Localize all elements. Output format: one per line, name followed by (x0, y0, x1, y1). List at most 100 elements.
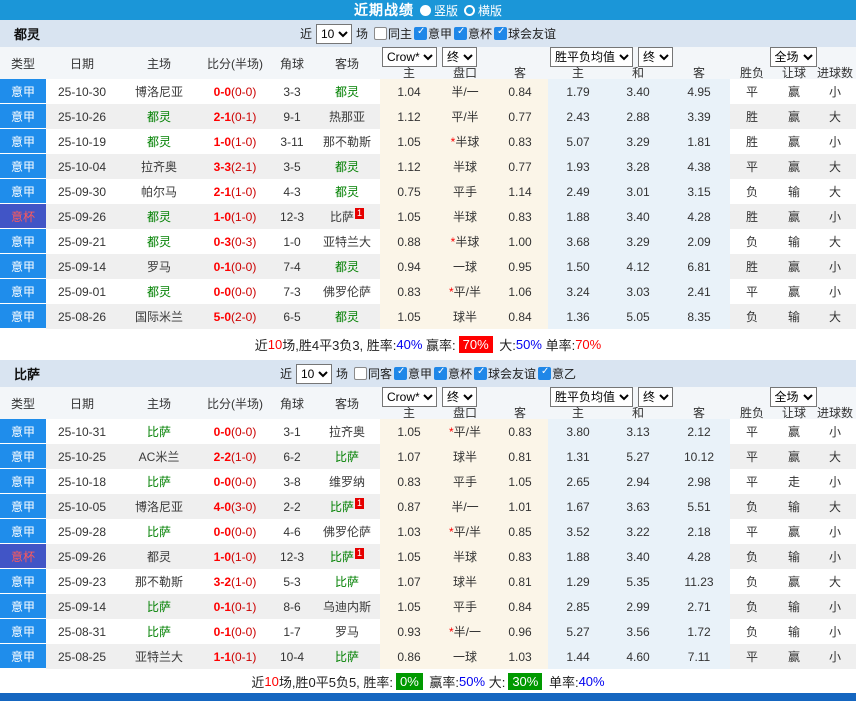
team-link[interactable]: 都灵 (147, 233, 171, 250)
cell-goals-result: 小 (814, 544, 856, 569)
team-link[interactable]: 比萨 (330, 208, 354, 225)
cell-corner: 10-4 (270, 644, 314, 669)
cell-corner: 3-8 (270, 469, 314, 494)
col-odds-away: 客 (492, 67, 548, 79)
filter-checkbox[interactable]: 球会友谊 (494, 25, 556, 42)
team-link[interactable]: 博洛尼亚 (135, 498, 183, 515)
col-score: 比分(半场) (200, 47, 270, 79)
checkbox-checked-icon[interactable] (394, 367, 407, 380)
layout-radio-horizontal[interactable]: 横版 (464, 2, 502, 19)
bookmaker-select[interactable]: Crow* (382, 47, 437, 67)
checkbox-checked-icon[interactable] (414, 27, 427, 40)
cell-goals-result: 大 (814, 569, 856, 594)
team-link[interactable]: 比萨 (335, 648, 359, 665)
team-link[interactable]: 都灵 (335, 83, 359, 100)
radio-unselected-icon[interactable] (464, 5, 475, 16)
team-link[interactable]: 都灵 (147, 133, 171, 150)
team-link[interactable]: 博洛尼亚 (135, 83, 183, 100)
team-link[interactable]: 乌迪内斯 (323, 598, 371, 615)
filter-checkbox[interactable]: 意杯 (454, 25, 492, 42)
cell-odds-away: 0.77 (492, 154, 548, 179)
radio-selected-icon[interactable] (420, 5, 431, 16)
odds-final-select[interactable]: 终 (442, 387, 477, 407)
avg-final-select[interactable]: 终 (638, 47, 673, 67)
team-link[interactable]: 维罗纳 (329, 473, 365, 490)
odds-final-select[interactable]: 终 (442, 47, 477, 67)
team-link[interactable]: 罗马 (335, 623, 359, 640)
team-link[interactable]: 比萨 (335, 573, 359, 590)
team-link[interactable]: 都灵 (335, 308, 359, 325)
cell-goals-result: 大 (814, 444, 856, 469)
filter-checkbox[interactable]: 意杯 (434, 365, 472, 382)
team-link[interactable]: 佛罗伦萨 (323, 523, 371, 540)
bookmaker-select[interactable]: Crow* (382, 387, 437, 407)
team-link[interactable]: 拉齐奥 (329, 423, 365, 440)
filter-checkbox[interactable]: 同客 (354, 365, 392, 382)
match-count-select[interactable]: 10 (296, 364, 332, 384)
team-link[interactable]: 拉齐奥 (141, 158, 177, 175)
cell-avg-draw: 3.40 (608, 204, 668, 229)
filter-checkbox[interactable]: 意甲 (394, 365, 432, 382)
league-type-badge: 意甲 (0, 444, 46, 469)
cell-avg-draw: 3.40 (608, 79, 668, 104)
checkbox-unchecked-icon[interactable] (354, 367, 367, 380)
team-link[interactable]: 都灵 (147, 548, 171, 565)
filter-checkbox[interactable]: 意甲 (414, 25, 452, 42)
team-link[interactable]: 比萨 (147, 623, 171, 640)
scope-select[interactable]: 全场 (770, 387, 817, 407)
cell-score: 0-1(0-1) (200, 594, 270, 619)
cell-avg-away: 8.35 (668, 304, 730, 329)
avg-type-select[interactable]: 胜平负均值 (550, 47, 633, 67)
checkbox-checked-icon[interactable] (538, 367, 551, 380)
filter-checkbox[interactable]: 球会友谊 (474, 365, 536, 382)
team-link[interactable]: 佛罗伦萨 (323, 283, 371, 300)
team-link[interactable]: 都灵 (335, 158, 359, 175)
col-score: 比分(半场) (200, 387, 270, 419)
checkbox-checked-icon[interactable] (474, 367, 487, 380)
cell-result: 平 (730, 79, 774, 104)
team-link[interactable]: 比萨 (147, 473, 171, 490)
checkbox-checked-icon[interactable] (494, 27, 507, 40)
cell-corner: 8-6 (270, 594, 314, 619)
team-link[interactable]: 那不勒斯 (323, 133, 371, 150)
cell-odds-home: 1.12 (380, 104, 438, 129)
cell-corner: 3-5 (270, 154, 314, 179)
team-link[interactable]: 都灵 (147, 208, 171, 225)
team-link[interactable]: 罗马 (147, 258, 171, 275)
checkbox-checked-icon[interactable] (454, 27, 467, 40)
team-link[interactable]: 比萨 (147, 523, 171, 540)
team-link[interactable]: 比萨 (147, 423, 171, 440)
filter-checkbox[interactable]: 意乙 (538, 365, 576, 382)
team-link[interactable]: 比萨 (147, 598, 171, 615)
layout-radio-vertical[interactable]: 竖版 (420, 2, 458, 19)
team-link[interactable]: 都灵 (335, 183, 359, 200)
cell-odds-away: 0.83 (492, 204, 548, 229)
team-link[interactable]: 比萨 (335, 448, 359, 465)
team-link[interactable]: 比萨 (330, 548, 354, 565)
team-link[interactable]: 那不勒斯 (135, 573, 183, 590)
cell-away-team: 那不勒斯 (314, 129, 380, 154)
avg-type-select[interactable]: 胜平负均值 (550, 387, 633, 407)
col-handicap: 让球 (774, 67, 814, 79)
cell-avg-draw: 5.35 (608, 569, 668, 594)
cell-handicap-result: 赢 (774, 104, 814, 129)
team-link[interactable]: 都灵 (335, 258, 359, 275)
cell-avg-home: 1.36 (548, 304, 608, 329)
team-link[interactable]: 亚特兰大 (323, 233, 371, 250)
team-link[interactable]: 比萨 (330, 498, 354, 515)
team-link[interactable]: 都灵 (147, 283, 171, 300)
team-link[interactable]: 国际米兰 (135, 308, 183, 325)
cell-handicap-result: 赢 (774, 79, 814, 104)
checkbox-unchecked-icon[interactable] (374, 27, 387, 40)
summary-segment: 赢率: (422, 335, 455, 354)
team-link[interactable]: 亚特兰大 (135, 648, 183, 665)
checkbox-checked-icon[interactable] (434, 367, 447, 380)
avg-final-select[interactable]: 终 (638, 387, 673, 407)
team-link[interactable]: 都灵 (147, 108, 171, 125)
filter-checkbox[interactable]: 同主 (374, 25, 412, 42)
match-count-select[interactable]: 10 (316, 24, 352, 44)
team-link[interactable]: 帕尔马 (141, 183, 177, 200)
team-link[interactable]: 热那亚 (329, 108, 365, 125)
team-link[interactable]: AC米兰 (139, 448, 180, 465)
scope-select[interactable]: 全场 (770, 47, 817, 67)
